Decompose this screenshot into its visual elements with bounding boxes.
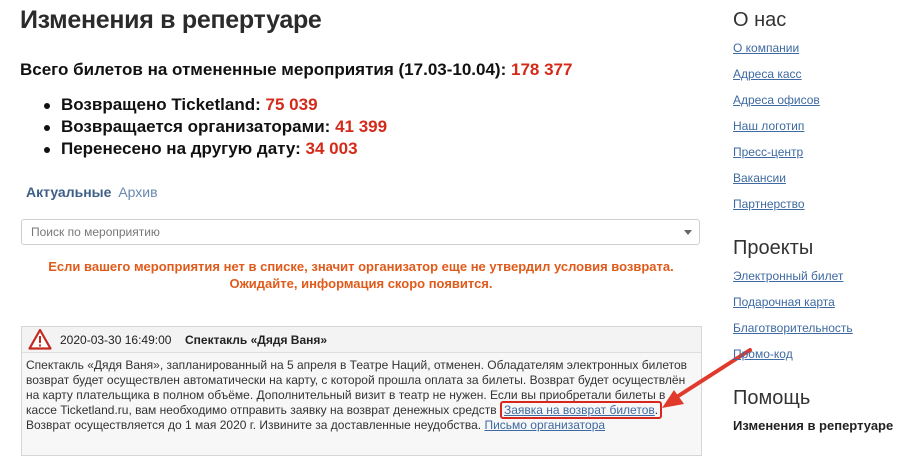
tabs: Актуальные Архив (26, 184, 158, 200)
stat-label: Возвращается организаторами: (61, 117, 331, 136)
refund-stats-list: Возвращено Ticketland: 75 039 Возвращает… (44, 95, 387, 161)
event-line-text: кассе Ticketland.ru, вам необходимо отпр… (26, 403, 497, 417)
notice-text: Если вашего мероприятия нет в списке, зн… (48, 259, 674, 291)
bullet-icon (44, 147, 50, 153)
sidebar: О нас О компании Адреса касс Адреса офис… (733, 0, 905, 437)
search-input[interactable] (22, 220, 671, 244)
sidebar-title-projects: Проекты (733, 237, 814, 259)
refund-request-link[interactable]: Заявка на возврат билетов (504, 403, 655, 417)
sidebar-title-about: О нас (733, 9, 787, 31)
stat-value: 41 399 (335, 117, 388, 136)
sidebar-link-press[interactable]: Пресс-центр (733, 145, 803, 159)
sidebar-link-partnership[interactable]: Партнерство (733, 197, 805, 211)
sidebar-link-e-ticket[interactable]: Электронный билет (733, 269, 843, 283)
sidebar-link-gift-card[interactable]: Подарочная карта (733, 295, 835, 309)
main-content: Изменения в репертуаре Всего билетов на … (0, 0, 752, 456)
event-line: кассе Ticketland.ru, вам необходимо отпр… (26, 401, 698, 419)
page-title: Изменения в репертуаре (20, 6, 322, 34)
sidebar-title-help: Помощь (733, 387, 811, 409)
event-line-text: Возврат осуществляется до 1 мая 2020 г. … (26, 418, 482, 432)
sidebar-link-box-offices[interactable]: Адреса касс (733, 67, 802, 81)
stat-label: Возвращено Ticketland: (61, 95, 261, 114)
organizer-letter-link[interactable]: Письмо организатора (484, 418, 605, 432)
refund-link-highlight: Заявка на возврат билетов. (499, 401, 663, 419)
tickets-summary: Всего билетов на отмененные мероприятия … (20, 60, 572, 80)
stat-value: 34 003 (305, 139, 358, 158)
stat-item-returned: Возвращено Ticketland: 75 039 (44, 95, 387, 117)
tab-archive[interactable]: Архив (118, 184, 157, 200)
event-line: возврат будет осуществлен автоматически … (26, 373, 686, 387)
bullet-icon (44, 103, 50, 109)
event-line: Спектакль «Дядя Ваня», запланированный н… (26, 358, 688, 372)
bullet-icon (44, 125, 50, 131)
stat-label: Перенесено на другую дату: (61, 139, 301, 158)
summary-value: 178 377 (511, 60, 573, 79)
sidebar-link-about-company[interactable]: О компании (733, 41, 799, 55)
event-title: Спектакль «Дядя Ваня» (185, 333, 328, 347)
event-date: 2020-03-30 16:49:00 (60, 333, 172, 347)
event-line: Возврат осуществляется до 1 мая 2020 г. … (26, 418, 698, 433)
sidebar-link-charity[interactable]: Благотворительность (733, 321, 853, 335)
sidebar-link-jobs[interactable]: Вакансии (733, 171, 786, 185)
event-card-header: 2020-03-30 16:49:00 Спектакль «Дядя Ваня… (22, 327, 701, 353)
summary-label: Всего билетов на отмененные мероприятия … (20, 60, 507, 79)
chevron-down-icon[interactable] (684, 230, 692, 235)
event-description: Спектакль «Дядя Ваня», запланированный н… (26, 358, 698, 433)
sidebar-link-offices[interactable]: Адреса офисов (733, 93, 820, 107)
tab-actual[interactable]: Актуальные (26, 184, 111, 200)
sidebar-current-page[interactable]: Изменения в репертуаре (733, 418, 893, 433)
stat-value: 75 039 (265, 95, 318, 114)
sidebar-link-promo[interactable]: Промо-код (733, 347, 793, 361)
stat-item-rescheduled: Перенесено на другую дату: 34 003 (44, 139, 387, 161)
stat-item-organizers: Возвращается организаторами: 41 399 (44, 117, 387, 139)
warning-icon (28, 328, 52, 350)
sidebar-link-logo[interactable]: Наш логотип (733, 119, 804, 133)
event-search-select[interactable] (21, 219, 700, 245)
